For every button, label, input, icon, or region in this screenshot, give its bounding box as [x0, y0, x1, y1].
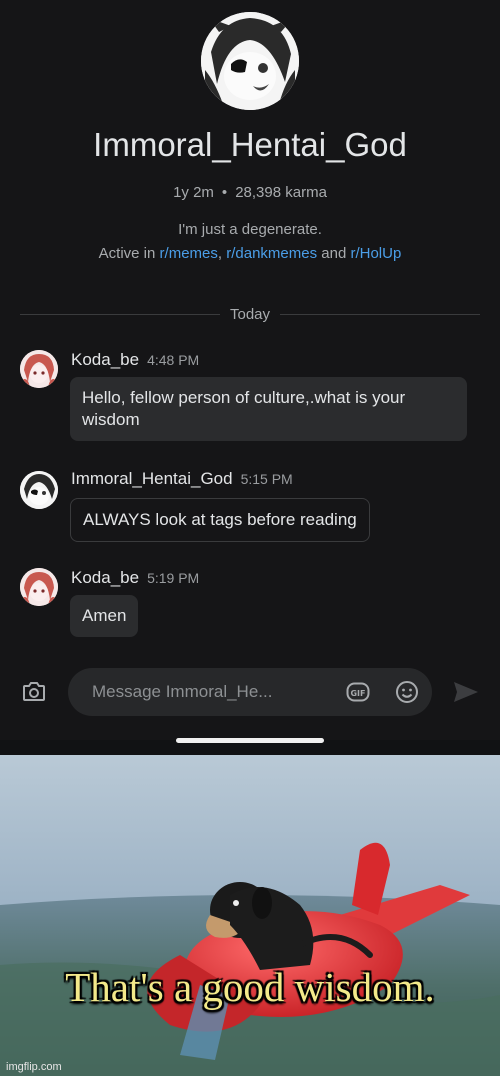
profile-meta: 1y 2m • 28,398 karma	[0, 184, 500, 201]
message-author[interactable]: Koda_be 5:19 PM	[71, 568, 199, 588]
anime-avatar-image	[20, 568, 58, 606]
user-avatar[interactable]	[20, 471, 58, 509]
and-word: and	[321, 245, 347, 262]
date-divider-label: Today	[229, 305, 271, 323]
karma-count: 28,398 karma	[235, 184, 327, 201]
message-timestamp: 5:15 PM	[240, 471, 293, 487]
message-bubble[interactable]: Amen	[70, 595, 139, 637]
community-link-dankmemes[interactable]: r/dankmemes	[226, 245, 317, 262]
anime-avatar-image	[20, 471, 58, 509]
message-author-name: Immoral_Hentai_God	[71, 469, 233, 488]
community-separator: ,	[217, 245, 223, 262]
camera-icon[interactable]	[22, 680, 46, 702]
message-author[interactable]: Koda_be 4:48 PM	[71, 350, 199, 370]
message-composer: Message Immoral_He... GIF	[0, 668, 500, 718]
svg-text:GIF: GIF	[350, 689, 365, 698]
chat-screen: Immoral_Hentai_God 1y 2m • 28,398 karma I'…	[0, 0, 500, 740]
anime-avatar-image	[201, 12, 299, 110]
home-indicator	[176, 738, 324, 743]
account-age: 1y 2m	[173, 184, 214, 201]
message-bubble[interactable]: ALWAYS look at tags before reading	[70, 498, 370, 542]
message-author-name: Koda_be	[71, 568, 140, 587]
divider-line	[280, 313, 480, 315]
meta-dot: •	[221, 184, 228, 201]
message-timestamp: 5:19 PM	[147, 570, 200, 586]
emoji-icon[interactable]	[395, 680, 419, 704]
user-avatar[interactable]	[20, 350, 58, 388]
community-link-memes[interactable]: r/memes	[160, 245, 218, 262]
message-input[interactable]: Message Immoral_He... GIF	[68, 668, 432, 716]
gif-icon[interactable]: GIF	[346, 682, 370, 702]
imgflip-watermark: imgflip.com	[6, 1061, 62, 1073]
active-communities: Active in r/memes, r/dankmemes and r/Hol…	[0, 245, 500, 262]
date-divider: Today	[20, 303, 480, 325]
profile-username: Immoral_Hentai_God	[93, 126, 407, 163]
anime-avatar-image	[20, 350, 58, 388]
profile-bio: I'm just a degenerate.	[178, 221, 322, 238]
flying-dog-plane-image	[0, 755, 500, 1076]
profile-avatar[interactable]	[201, 12, 299, 110]
message-bubble[interactable]: Hello, fellow person of culture,.what is…	[70, 377, 467, 441]
meme-caption: That's a good wisdom.	[65, 964, 435, 1010]
message-input-placeholder: Message Immoral_He...	[92, 682, 273, 701]
send-icon[interactable]	[452, 680, 480, 704]
community-link-holup[interactable]: r/HolUp	[350, 245, 401, 262]
message-timestamp: 4:48 PM	[147, 352, 200, 368]
message-author[interactable]: Immoral_Hentai_God 5:15 PM	[71, 469, 293, 489]
meme-image: That's a good wisdom. imgflip.com	[0, 755, 500, 1076]
active-prefix: Active in	[98, 245, 156, 262]
user-avatar[interactable]	[20, 568, 58, 606]
divider-line	[20, 313, 220, 315]
message-author-name: Koda_be	[71, 350, 140, 369]
